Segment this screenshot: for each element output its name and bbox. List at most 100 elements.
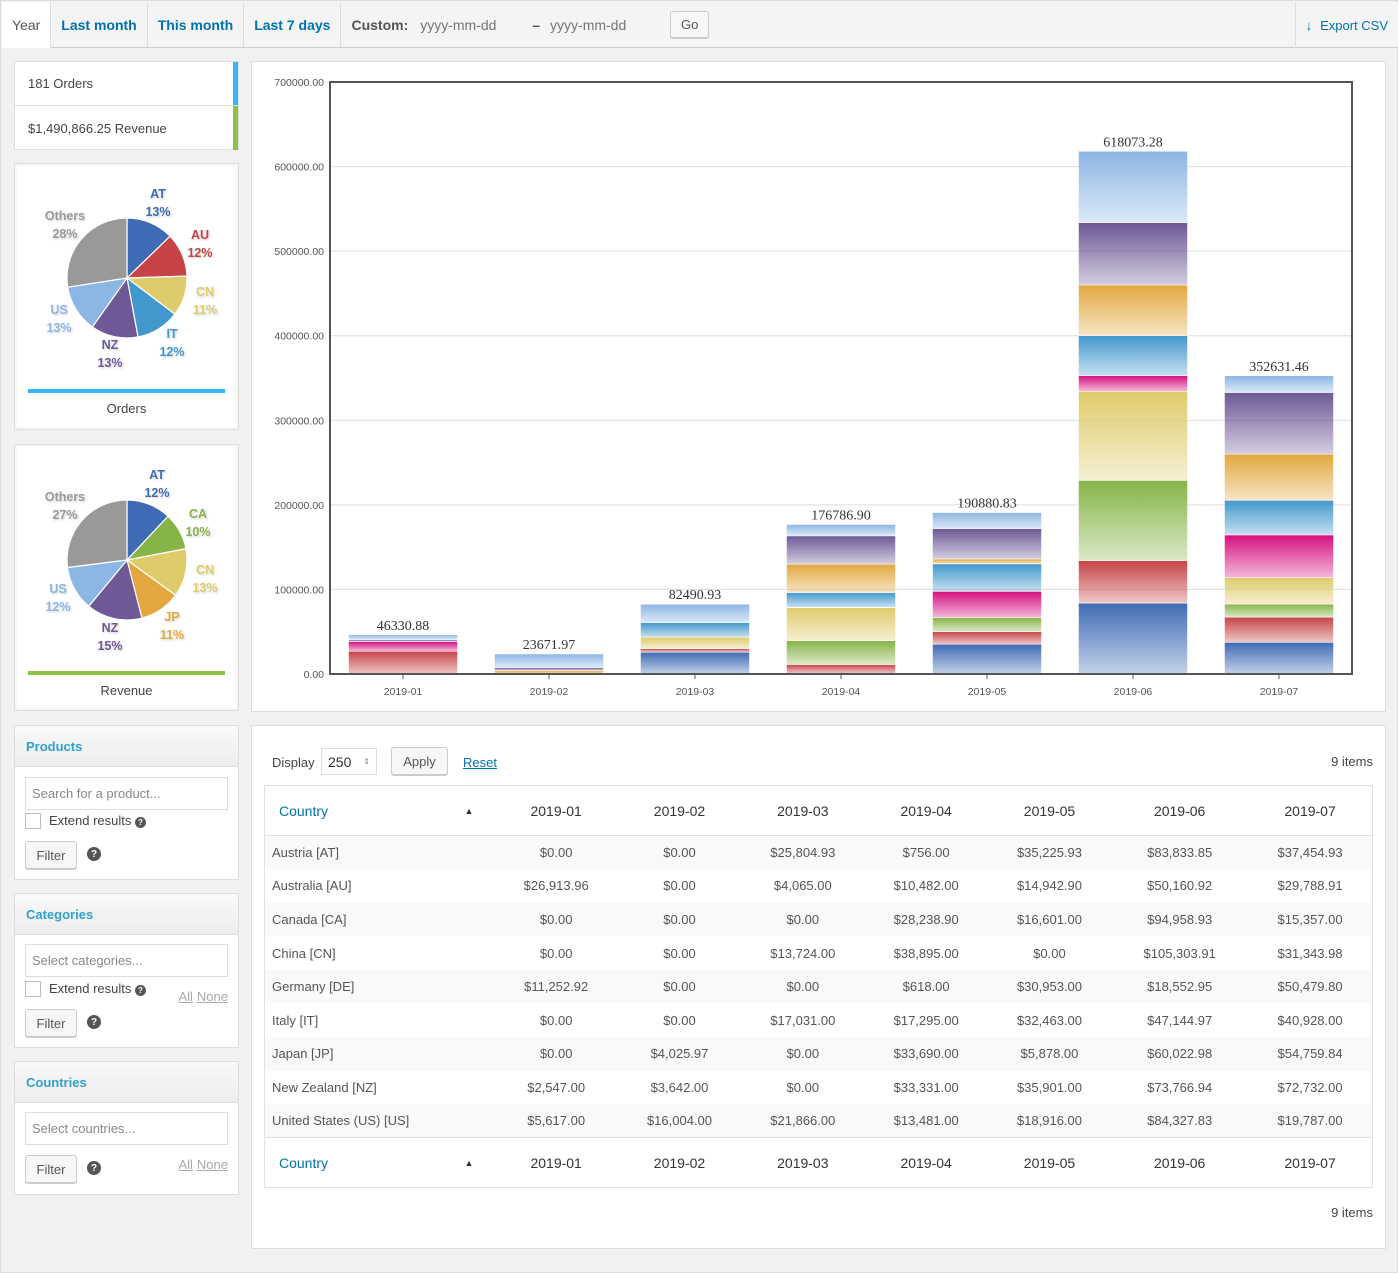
help-icon[interactable]: ? (87, 847, 101, 861)
sort-ascending-icon[interactable]: ▲ (465, 1138, 495, 1188)
bar-segment-nz[interactable] (348, 639, 458, 642)
categories-select-all-link[interactable]: All (178, 989, 192, 1004)
bar-segment-us[interactable] (348, 634, 458, 640)
tab-this-month[interactable]: This month (148, 2, 245, 47)
value-cell: $21,866.00 (770, 1113, 836, 1129)
bar-segment-nz[interactable] (494, 667, 604, 671)
bar-segment-nz[interactable] (786, 535, 896, 565)
products-filter-title[interactable]: Products (15, 726, 238, 767)
bar-segment-at[interactable] (640, 651, 750, 675)
help-icon[interactable]: ? (87, 1015, 101, 1029)
stepper-icon[interactable]: ⇕ (363, 757, 370, 766)
end-date-input[interactable] (550, 16, 657, 33)
bar-segment-de[interactable] (1224, 534, 1334, 578)
bar-segment-jp[interactable] (786, 563, 896, 593)
bar-segment-jp[interactable] (1078, 284, 1188, 337)
bar-segment-cn[interactable] (786, 607, 896, 641)
bar-segment-cn[interactable] (640, 636, 750, 649)
bar-segment-au[interactable] (1078, 560, 1188, 604)
bar-segment-us[interactable] (1224, 375, 1334, 393)
header-column-header: 2019-03 (777, 802, 829, 819)
bar-segment-ca[interactable] (932, 617, 1042, 632)
bar-segment-us[interactable] (1078, 151, 1188, 223)
help-icon[interactable]: ? (135, 817, 146, 828)
pie-label-percent: 11% (192, 303, 218, 317)
tab-year[interactable]: Year (2, 2, 52, 48)
bar-segment-de[interactable] (348, 641, 458, 652)
bar-segment-ca[interactable] (786, 640, 896, 665)
bar-segment-ca[interactable] (1078, 480, 1188, 561)
pie-label-name: NZ (101, 338, 119, 352)
bar-segment-us[interactable] (932, 512, 1042, 529)
bar-segment-at[interactable] (932, 643, 1042, 675)
product-search-input[interactable]: Search for a product... (25, 777, 228, 810)
start-date-input[interactable] (420, 16, 527, 33)
pie-label-percent: 13% (46, 321, 72, 335)
bar-segment-it[interactable] (1078, 335, 1188, 376)
bar-segment-at[interactable] (1078, 602, 1188, 675)
bar-segment-au[interactable] (348, 650, 458, 675)
value-cell: $756.00 (902, 845, 950, 861)
legend-revenue[interactable]: $1,490,866.25 Revenue (15, 106, 238, 150)
bar-total-label: 176786.90 (811, 508, 871, 523)
bar-segment-us[interactable] (786, 524, 896, 537)
bar-segment-nz[interactable] (1224, 392, 1334, 455)
custom-range: Custom: – Go (341, 2, 719, 47)
products-extend-checkbox[interactable] (25, 813, 41, 829)
value-cell: $0.00 (663, 845, 696, 861)
bar-segment-au[interactable] (1224, 616, 1334, 643)
pie-label: CA 10% (168, 505, 228, 541)
help-icon[interactable]: ? (135, 985, 146, 996)
bar-segment-it[interactable] (786, 592, 896, 608)
export-csv-link[interactable]: ↓ Export CSV (1294, 2, 1398, 48)
bar-segment-it[interactable] (1224, 500, 1334, 536)
bar-segment-cn[interactable] (1224, 577, 1334, 605)
apply-button[interactable]: Apply (391, 747, 448, 775)
tab-last-month[interactable]: Last month (51, 2, 148, 47)
categories-filter-button[interactable]: Filter (25, 1009, 77, 1037)
bar-segment-de[interactable] (932, 591, 1042, 618)
value-cell: $26,913.96 (523, 878, 589, 894)
products-filter-button[interactable]: Filter (25, 841, 77, 869)
bar-segment-at[interactable] (1224, 642, 1334, 675)
header-country-header[interactable]: Country (265, 786, 465, 836)
tab-last-7-days[interactable]: Last 7 days (244, 2, 342, 47)
categories-select-none-link[interactable]: None (197, 989, 228, 1004)
footer-column-header: 2019-03 (777, 1154, 829, 1171)
categories-extend-checkbox[interactable] (25, 981, 41, 997)
pie-label-percent: 12% (45, 600, 71, 614)
legend-orders[interactable]: 181 Orders (15, 62, 238, 106)
bar-segment-us[interactable] (640, 603, 750, 623)
help-icon[interactable]: ? (87, 1161, 101, 1175)
footer-country-header[interactable]: Country (265, 1138, 465, 1188)
bar-segment-ca[interactable] (1224, 603, 1334, 618)
header-column-header: 2019-02 (653, 802, 706, 819)
bar-segment-au[interactable] (640, 648, 750, 653)
bar-segment-it[interactable] (932, 563, 1042, 592)
sort-ascending-icon[interactable]: ▲ (465, 786, 495, 836)
bar-segment-cn[interactable] (1078, 391, 1188, 481)
value-cell: $18,916.00 (1016, 1113, 1083, 1129)
bar-segment-it[interactable] (640, 622, 750, 638)
countries-select-none-link[interactable]: None (197, 1157, 228, 1172)
bar-segment-jp[interactable] (1224, 453, 1334, 501)
countries-filter-button[interactable]: Filter (25, 1155, 77, 1183)
categories-filter-title[interactable]: Categories (15, 894, 238, 935)
table-row: Canada [CA] $0.00 $0.00 $0.00 $28,238.90 $16,… (264, 902, 1373, 937)
bar-segment-de[interactable] (1078, 375, 1188, 392)
categories-select-input[interactable]: Select categories... (25, 944, 228, 977)
bar-segment-nz[interactable] (1078, 222, 1188, 286)
bar-segment-us[interactable] (494, 653, 604, 668)
bar-segment-au[interactable] (932, 631, 1042, 645)
bar-segment-au[interactable] (786, 664, 896, 674)
bar-segment-nz[interactable] (932, 528, 1042, 560)
per-page-input[interactable]: 250 ⇕ (321, 748, 377, 775)
go-button[interactable]: Go (670, 11, 710, 38)
countries-select-input[interactable]: Select countries... (25, 1112, 228, 1145)
chart-legend: 181 Orders $1,490,866.25 Revenue (14, 61, 239, 150)
reset-link[interactable]: Reset (463, 755, 497, 770)
value-cell: $29,788.91 (1277, 878, 1343, 894)
countries-select-all-link[interactable]: All (178, 1157, 192, 1172)
countries-filter-title[interactable]: Countries (15, 1062, 238, 1103)
bar-segment-jp[interactable] (932, 558, 1042, 565)
